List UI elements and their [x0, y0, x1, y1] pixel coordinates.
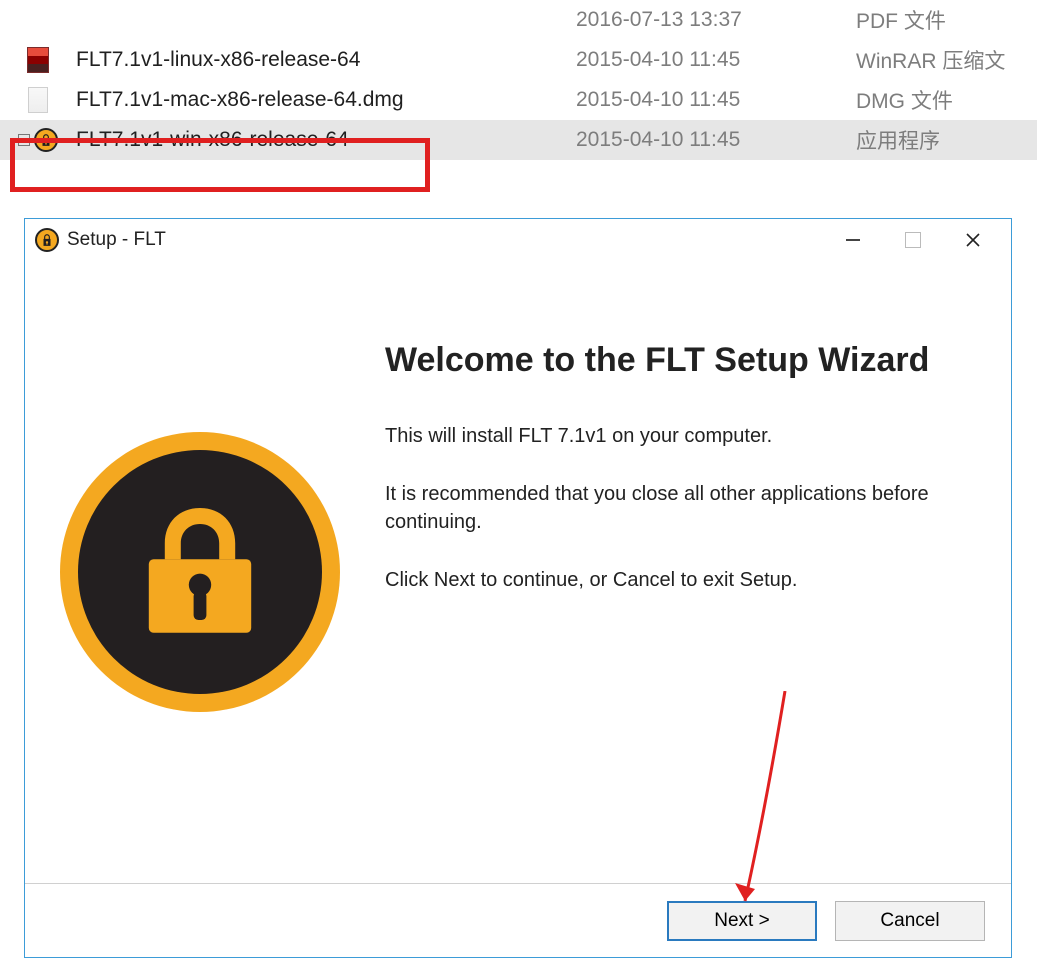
file-date: 2016-07-13 13:37: [576, 8, 856, 32]
wizard-body-3: Click Next to continue, or Cancel to exi…: [385, 566, 971, 594]
wizard-image-pane: [25, 261, 375, 883]
minimize-button[interactable]: [823, 220, 883, 260]
lock-icon: [0, 128, 76, 152]
file-row[interactable]: FLT7.1v1-linux-x86-release-64 2015-04-10…: [0, 40, 1037, 80]
file-date: 2015-04-10 11:45: [576, 48, 856, 72]
wizard-body-2: It is recommended that you close all oth…: [385, 480, 971, 536]
wizard-text-pane: Welcome to the FLT Setup Wizard This wil…: [375, 261, 1011, 883]
file-row[interactable]: 2016-07-13 13:37 PDF 文件: [0, 0, 1037, 40]
file-type: PDF 文件: [856, 5, 1036, 35]
close-button[interactable]: [943, 220, 1003, 260]
file-row[interactable]: FLT7.1v1-win-x86-release-64 2015-04-10 1…: [0, 120, 1037, 160]
file-date: 2015-04-10 11:45: [576, 88, 856, 112]
file-name: FLT7.1v1-win-x86-release-64: [76, 128, 576, 152]
file-type: 应用程序: [856, 125, 1036, 155]
wizard-body-1: This will install FLT 7.1v1 on your comp…: [385, 422, 971, 450]
file-row[interactable]: FLT7.1v1-mac-x86-release-64.dmg 2015-04-…: [0, 80, 1037, 120]
file-type: DMG 文件: [856, 85, 1036, 115]
wizard-heading: Welcome to the FLT Setup Wizard: [385, 339, 971, 382]
lock-logo: [60, 432, 340, 712]
file-name: FLT7.1v1-mac-x86-release-64.dmg: [76, 88, 576, 112]
file-date: 2015-04-10 11:45: [576, 128, 856, 152]
lock-icon: [35, 228, 59, 252]
button-row: Next > Cancel: [25, 883, 1011, 957]
file-list: 2016-07-13 13:37 PDF 文件 FLT7.1v1-linux-x…: [0, 0, 1037, 160]
setup-dialog: Setup - FLT Welcome to the FLT Setup Wiz…: [24, 218, 1012, 958]
maximize-button[interactable]: [883, 220, 943, 260]
titlebar[interactable]: Setup - FLT: [25, 219, 1011, 261]
file-name: FLT7.1v1-linux-x86-release-64: [76, 48, 576, 72]
file-icon: [0, 87, 76, 113]
window-title: Setup - FLT: [67, 229, 166, 251]
file-type: WinRAR 压缩文: [856, 45, 1036, 75]
cancel-button[interactable]: Cancel: [835, 901, 985, 941]
next-button[interactable]: Next >: [667, 901, 817, 941]
rar-icon: [0, 47, 76, 73]
